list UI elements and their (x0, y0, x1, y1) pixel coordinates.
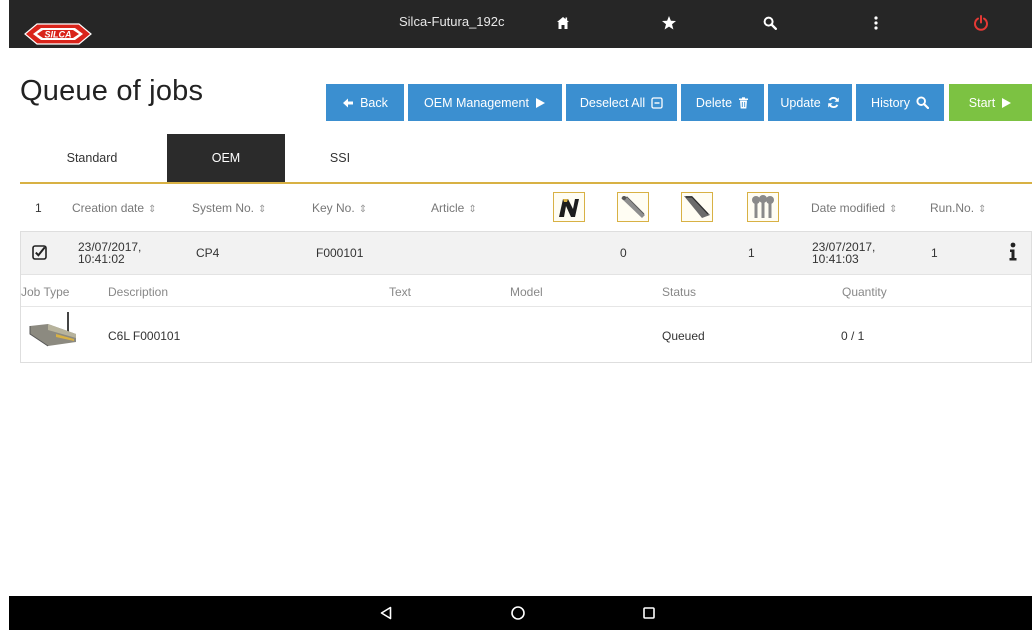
history-button[interactable]: History (856, 84, 944, 121)
flat-key-icon (617, 192, 649, 222)
power-icon[interactable] (969, 11, 993, 35)
sort-icon: ⇕ (148, 204, 157, 215)
page-title: Queue of jobs (20, 75, 204, 107)
more-vert-icon[interactable] (864, 11, 888, 35)
description-cell: C6L F000101 (108, 329, 181, 343)
job-card: 23/07/2017, 10:41:02 CP4 F000101 0 1 23/… (20, 231, 1032, 363)
table-row[interactable]: 23/07/2017, 10:41:02 CP4 F000101 0 1 23/… (21, 232, 1031, 275)
play-right-icon (535, 97, 545, 108)
recents-square-icon[interactable] (639, 603, 659, 623)
update-button-label: Update (780, 95, 821, 110)
sort-icon: ⇕ (889, 204, 898, 215)
sort-icon: ⇕ (258, 204, 267, 215)
delete-button[interactable]: Delete (681, 84, 764, 121)
subheader-model: Model (510, 285, 543, 299)
column-key-no[interactable]: Key No. ⇕ (312, 201, 367, 215)
system-no-cell: CP4 (196, 246, 220, 260)
column-creation-date-label: Creation date (72, 201, 145, 215)
column-article-label: Article (431, 201, 465, 215)
job-count: 1 (35, 201, 42, 215)
oem-management-button[interactable]: OEM Management (408, 84, 562, 121)
dimple-key-icon (553, 192, 585, 222)
date-modified-cell: 23/07/2017, 10:41:03 (812, 241, 875, 265)
system-nav-bar (9, 596, 1032, 630)
sort-icon: ⇕ (358, 204, 368, 215)
start-button-label: Start (968, 95, 996, 110)
multiple-keys-icon (747, 192, 779, 222)
divider (21, 306, 1031, 307)
info-icon[interactable] (1008, 242, 1018, 267)
tab-underline (20, 182, 1032, 184)
subheader-quantity: Quantity (842, 285, 887, 299)
search-icon (916, 96, 929, 109)
svg-text:SILCA: SILCA (45, 30, 72, 40)
column-system-no-label: System No. (192, 201, 255, 215)
date-modified-line2: 10:41:03 (812, 252, 859, 266)
sort-icon: ⇕ (978, 204, 987, 215)
flat-key-count-cell: 0 (620, 246, 627, 260)
column-date-modified-label: Date modified (811, 201, 886, 215)
quantity-cell: 0 / 1 (841, 329, 865, 343)
start-button[interactable]: Start (949, 84, 1032, 121)
subheader-description: Description (108, 285, 169, 299)
refresh-icon (827, 97, 839, 108)
column-run-no[interactable]: Run.No. ⇕ (930, 201, 986, 215)
update-button[interactable]: Update (768, 84, 852, 121)
key-no-cell: F000101 (316, 246, 364, 260)
app-window: SILCA Silca-Futura_192c Queue of jobs Ba… (9, 0, 1032, 630)
star-icon[interactable] (657, 11, 681, 35)
trash-icon (739, 96, 749, 108)
tab-oem[interactable]: OEM (167, 134, 285, 182)
oem-management-button-label: OEM Management (424, 95, 529, 110)
deselect-all-button-label: Deselect All (579, 95, 646, 110)
search-icon[interactable] (758, 11, 782, 35)
column-article[interactable]: Article ⇕ (431, 201, 477, 215)
creation-date-cell: 23/07/2017, 10:41:02 (78, 241, 141, 265)
back-button-label: Back (360, 95, 388, 110)
back-button[interactable]: Back (326, 84, 404, 121)
key-cutting-job-icon (26, 312, 86, 355)
silca-logo: SILCA (23, 22, 93, 46)
minus-square-icon (651, 96, 663, 109)
device-name: Silca-Futura_192c (399, 14, 505, 29)
home-icon[interactable] (551, 11, 575, 35)
status-cell: Queued (662, 329, 705, 343)
subheader-status: Status (662, 285, 697, 299)
tab-ssi[interactable]: SSI (305, 134, 375, 182)
tab-standard[interactable]: Standard (45, 134, 139, 182)
creation-date-line2: 10:41:02 (78, 252, 125, 266)
column-run-no-label: Run.No. (930, 201, 975, 215)
column-date-modified[interactable]: Date modified ⇕ (811, 201, 897, 215)
subheader-job-type: Job Type (21, 285, 70, 299)
home-circle-icon[interactable] (508, 603, 528, 623)
column-key-no-label: Key No. (312, 201, 355, 215)
column-system-no[interactable]: System No. ⇕ (192, 201, 266, 215)
multiple-keys-count-cell: 1 (748, 246, 755, 260)
run-no-cell: 1 (931, 246, 938, 260)
checkbox-checked-icon[interactable] (32, 245, 47, 265)
history-button-label: History (871, 95, 910, 110)
subheader-text: Text (389, 285, 412, 299)
deselect-all-button[interactable]: Deselect All (566, 84, 677, 121)
column-creation-date[interactable]: Creation date ⇕ (72, 201, 156, 215)
arrow-left-icon (343, 98, 354, 107)
delete-button-label: Delete (695, 95, 733, 110)
play-right-icon (1002, 97, 1012, 108)
top-bar: SILCA Silca-Futura_192c (9, 0, 1032, 48)
sort-icon: ⇕ (468, 204, 477, 215)
back-triangle-icon[interactable] (376, 603, 396, 623)
laser-key-icon (681, 192, 713, 222)
